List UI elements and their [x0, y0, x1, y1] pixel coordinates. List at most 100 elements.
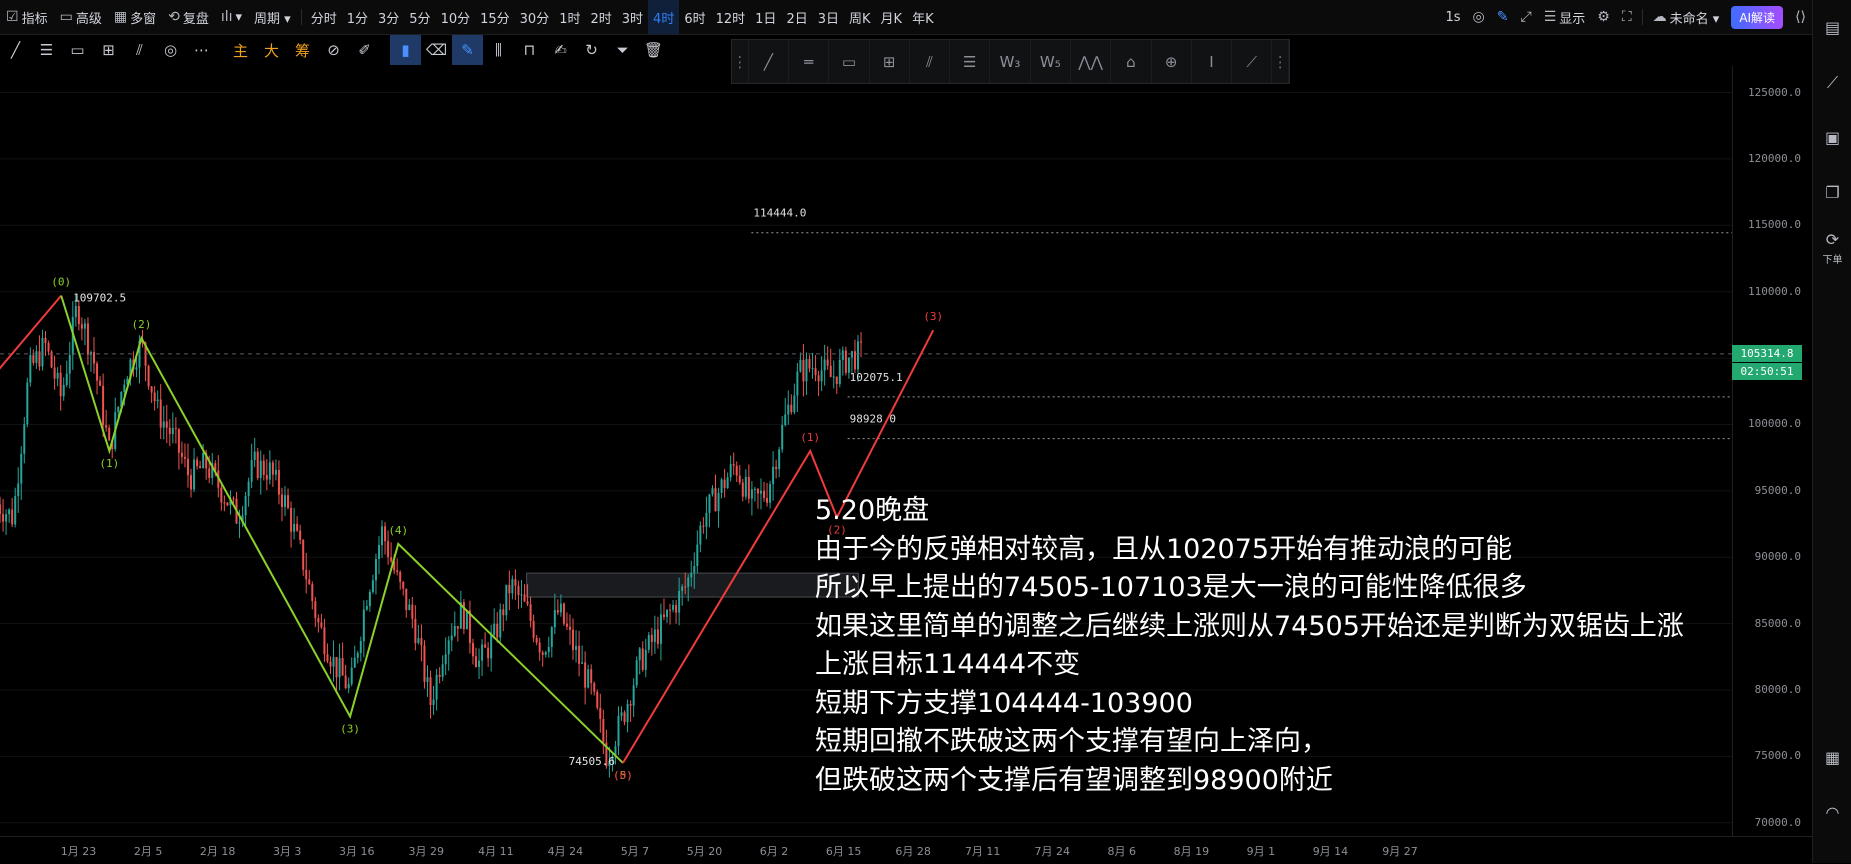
bookmark-icon[interactable]: ▮ — [390, 35, 421, 65]
refresh-draw-icon[interactable]: ↻ — [576, 35, 607, 65]
analysis-annotation[interactable]: 5.20晚盘 由于今的反弹相对较高，且从102075开始有推动浪的可能 所以早上提出… — [815, 492, 1684, 800]
resize-icon[interactable]: ⤢ — [1514, 0, 1537, 34]
candle-body — [450, 635, 453, 641]
pen-icon[interactable]: ✎ — [1491, 0, 1515, 34]
brush-icon[interactable]: ✐ — [349, 35, 380, 65]
main-chart-toggle[interactable]: 主 — [225, 35, 256, 65]
indicator-icon[interactable]: ⟋ — [1813, 55, 1851, 110]
wave-red-label: (0) — [613, 769, 633, 782]
large-order-toggle[interactable]: 大 — [256, 35, 287, 65]
candle-body — [684, 586, 687, 588]
candle-body — [162, 421, 165, 428]
period-option-12[interactable]: 12时 — [711, 0, 751, 34]
chip-distribution-toggle[interactable]: 筹 — [287, 35, 318, 65]
fib-icon[interactable]: ⫽ — [124, 35, 155, 65]
spiral-icon[interactable]: ◎ — [155, 35, 186, 65]
candle-body — [293, 523, 296, 532]
period-option-9[interactable]: 3时 — [617, 0, 648, 34]
interval-toggle[interactable]: 1s — [1439, 0, 1466, 34]
candle-body — [856, 341, 859, 370]
settings-icon[interactable]: ⚙ — [1591, 0, 1616, 34]
draw-mode-icon[interactable]: ✎ — [452, 35, 483, 65]
time-axis[interactable]: 1月 23 2月 5 2月 18 3月 3 3月 16 3月 29 4月 11 4月 24 5月… — [0, 836, 1812, 864]
candle-type-icon[interactable]: ⫼ — [483, 35, 514, 65]
period-option-1[interactable]: 1分 — [342, 0, 373, 34]
toolbar-item-5[interactable]: 周期 ▾ — [248, 0, 297, 34]
price-tick-label: 70000.0 — [1754, 815, 1801, 829]
candle-body — [784, 414, 787, 426]
period-option-14[interactable]: 2日 — [781, 0, 812, 34]
share-icon[interactable]: ⟨⟩ — [1789, 0, 1812, 34]
price-tick-label: 125000.0 — [1748, 85, 1801, 99]
candle-body — [841, 350, 844, 360]
trash-icon[interactable]: 🗑 — [638, 35, 669, 65]
layout-selector[interactable]: ☁ 未命名 ▾ — [1647, 0, 1726, 34]
period-option-7[interactable]: 1时 — [554, 0, 585, 34]
candle-body — [662, 614, 665, 617]
candle-body — [250, 460, 253, 482]
candle-body — [720, 479, 723, 493]
rectangle-icon[interactable]: ▭ — [62, 35, 93, 65]
period-option-3[interactable]: 5分 — [404, 0, 435, 34]
ai-analysis-button[interactable]: AI解读 — [1731, 5, 1784, 29]
candle-body — [387, 541, 390, 558]
candle-body — [656, 629, 659, 644]
period-option-11[interactable]: 6时 — [679, 0, 710, 34]
display-button[interactable]: ☰ 显示 — [1538, 0, 1592, 34]
period-option-4[interactable]: 10分 — [436, 0, 476, 34]
candle-body — [105, 424, 108, 428]
toolbar-item-3[interactable]: ⟲ 复盘 — [162, 0, 215, 34]
period-option-10[interactable]: 4时 — [648, 0, 680, 34]
candle-body — [620, 712, 623, 716]
ruler-icon[interactable]: ⊞ — [93, 35, 124, 65]
watchlist-icon[interactable]: ▤ — [1813, 0, 1851, 55]
lock-icon[interactable]: ⊓ — [514, 35, 545, 65]
candle-body — [735, 465, 738, 476]
more-icon[interactable]: ⋯ — [186, 35, 217, 65]
filter-icon[interactable]: ⏷ — [607, 35, 638, 65]
period-option-16[interactable]: 周K — [844, 0, 876, 34]
data-window-icon[interactable]: ▣ — [1813, 110, 1851, 165]
layers-icon[interactable]: ❐ — [1813, 165, 1851, 220]
time-tick-label: 3月 16 — [339, 845, 375, 858]
support-icon[interactable]: ◠ — [1813, 785, 1851, 840]
calendar-icon[interactable]: ▦ — [1813, 730, 1851, 785]
candle-body — [478, 660, 481, 668]
candle-body — [665, 609, 668, 617]
magnet-icon[interactable]: ⊘ — [318, 35, 349, 65]
fullscreen-icon[interactable]: ⛶ — [1616, 0, 1638, 34]
horizontal-lines-icon[interactable]: ☰ — [31, 35, 62, 65]
time-tick-label: 6月 15 — [825, 845, 862, 858]
candle-body — [823, 359, 826, 371]
price-axis[interactable]: 125000.0120000.0115000.0110000.0105000.0… — [1732, 66, 1813, 836]
candle-body — [44, 337, 47, 343]
order-button[interactable]: ⟳ 下单 — [1813, 220, 1851, 275]
candle-body — [672, 605, 675, 610]
eraser-icon[interactable]: ⌫ — [421, 35, 452, 65]
period-option-13[interactable]: 1日 — [750, 0, 781, 34]
time-tick-label: 6月 2 — [759, 845, 789, 858]
toolbar-item-2[interactable]: ▦ 多窗 — [108, 0, 162, 34]
note-icon[interactable]: ✍ — [545, 35, 576, 65]
period-option-2[interactable]: 3分 — [373, 0, 404, 34]
candle-body — [538, 642, 541, 653]
period-option-6[interactable]: 30分 — [515, 0, 555, 34]
candle-body — [332, 657, 335, 667]
trend-line-icon[interactable]: ╱ — [0, 35, 31, 65]
candle-body — [262, 460, 265, 475]
period-option-5[interactable]: 15分 — [475, 0, 515, 34]
camera-icon[interactable]: ◎ — [1467, 0, 1491, 34]
toolbar-item-0[interactable]: ☑ 指标 — [0, 0, 54, 34]
period-option-0[interactable]: 分时 — [306, 0, 342, 34]
period-option-15[interactable]: 3日 — [813, 0, 844, 34]
toolbar-item-4[interactable]: ılı ▾ — [215, 0, 248, 34]
toolbar-right-group: 1s ◎ ✎ ⤢ ☰ 显示 ⚙ ⛶ ☁ 未命名 ▾ AI解读 ⟨⟩ — [1439, 0, 1812, 34]
candle-body — [11, 509, 14, 525]
candle-body — [350, 667, 353, 684]
period-option-17[interactable]: 月K — [876, 0, 908, 34]
candle-body — [35, 351, 38, 363]
period-option-8[interactable]: 2时 — [585, 0, 616, 34]
period-option-18[interactable]: 年K — [907, 0, 939, 34]
toolbar-item-1[interactable]: ▭ 高级 — [54, 0, 108, 34]
